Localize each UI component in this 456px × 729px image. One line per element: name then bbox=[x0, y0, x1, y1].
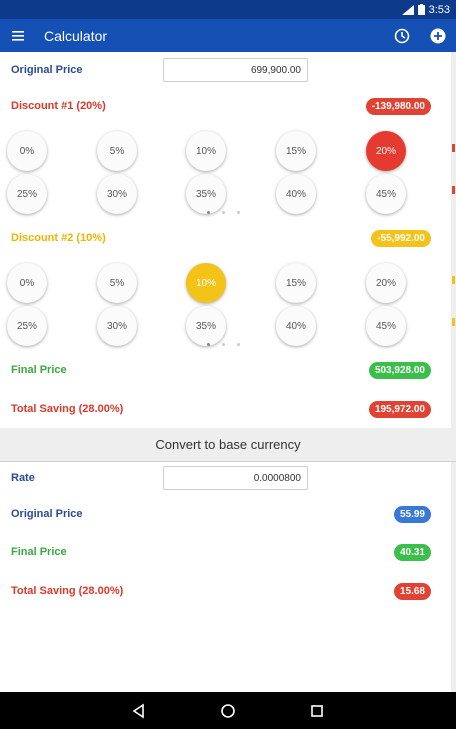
discount1-page-indicator bbox=[207, 211, 247, 215]
base-final-row: Final Price 40.31 bbox=[0, 543, 451, 561]
discount1-option-selected[interactable]: 20% bbox=[366, 131, 406, 171]
app-bar: Calculator bbox=[0, 19, 456, 52]
discount2-label: Discount #2 (10%) bbox=[11, 232, 106, 244]
discount1-option[interactable]: 45% bbox=[366, 174, 406, 214]
base-saving-label: Total Saving (28.00%) bbox=[11, 585, 124, 597]
convert-label: Convert to base currency bbox=[155, 437, 301, 452]
convert-to-base-currency-button[interactable]: Convert to base currency bbox=[0, 428, 456, 462]
discount1-option[interactable]: 30% bbox=[97, 174, 137, 214]
menu-icon bbox=[12, 30, 24, 41]
back-icon[interactable] bbox=[131, 703, 147, 719]
discount2-option[interactable]: 35% bbox=[186, 306, 226, 346]
discount2-option[interactable]: 5% bbox=[97, 263, 137, 303]
total-saving-row: Total Saving (28.00%) 195,972.00 bbox=[0, 400, 451, 418]
status-time: 3:53 bbox=[428, 3, 450, 16]
history-icon bbox=[394, 28, 410, 43]
discount1-option[interactable]: 25% bbox=[7, 174, 47, 214]
discount2-option[interactable]: 45% bbox=[366, 306, 406, 346]
menu-button[interactable] bbox=[0, 30, 36, 41]
base-final-value: 40.31 bbox=[393, 543, 431, 561]
history-button[interactable] bbox=[384, 28, 420, 44]
total-saving-label: Total Saving (28.00%) bbox=[11, 403, 124, 415]
original-price-label: Original Price bbox=[11, 64, 83, 76]
final-price-label: Final Price bbox=[11, 364, 67, 376]
final-price-value: 503,928.00 bbox=[368, 361, 431, 379]
status-bar: 3:53 bbox=[0, 0, 456, 19]
app-title: Calculator bbox=[44, 27, 108, 44]
discount1-option[interactable]: 0% bbox=[7, 131, 47, 171]
add-button[interactable] bbox=[420, 28, 456, 44]
discount2-row: Discount #2 (10%) -55,992.00 bbox=[0, 229, 451, 247]
discount2-amount: -55,992.00 bbox=[371, 229, 431, 247]
discount2-option[interactable]: 20% bbox=[366, 263, 406, 303]
discount2-option-selected[interactable]: 10% bbox=[186, 263, 226, 303]
discount1-option[interactable]: 35% bbox=[186, 174, 226, 214]
discount1-option[interactable]: 5% bbox=[97, 131, 137, 171]
final-price-row: Final Price 503,928.00 bbox=[0, 361, 451, 379]
base-saving-row: Total Saving (28.00%) 15.68 bbox=[0, 582, 451, 600]
discount1-edge-marker bbox=[452, 144, 455, 152]
discount1-amount: -139,980.00 bbox=[365, 97, 431, 115]
system-nav-bar bbox=[0, 692, 456, 729]
discount2-option[interactable]: 0% bbox=[7, 263, 47, 303]
discount2-edge-marker bbox=[452, 318, 455, 326]
add-icon bbox=[430, 28, 446, 43]
discount2-option[interactable]: 30% bbox=[97, 306, 137, 346]
rate-input[interactable]: 0.0000800 bbox=[163, 466, 308, 490]
discount1-edge-marker bbox=[452, 186, 455, 194]
total-saving-value: 195,972.00 bbox=[368, 400, 431, 418]
discount1-option[interactable]: 15% bbox=[276, 131, 316, 171]
discount2-option[interactable]: 25% bbox=[7, 306, 47, 346]
original-price-input[interactable]: 699,900.00 bbox=[163, 58, 308, 82]
discount2-edge-marker bbox=[452, 276, 455, 284]
recents-icon[interactable] bbox=[309, 703, 325, 719]
signal-icon bbox=[401, 4, 414, 15]
rate-label: Rate bbox=[11, 472, 35, 484]
home-icon[interactable] bbox=[220, 703, 236, 719]
discount2-option[interactable]: 40% bbox=[276, 306, 316, 346]
discount1-label: Discount #1 (20%) bbox=[11, 100, 106, 112]
base-original-row: Original Price 55.99 bbox=[0, 505, 451, 523]
base-original-value: 55.99 bbox=[393, 505, 431, 523]
base-saving-value: 15.68 bbox=[393, 582, 431, 600]
base-original-label: Original Price bbox=[11, 508, 83, 520]
discount2-page-indicator bbox=[207, 343, 247, 347]
discount2-option[interactable]: 15% bbox=[276, 263, 316, 303]
battery-icon bbox=[417, 4, 425, 15]
discount1-option[interactable]: 40% bbox=[276, 174, 316, 214]
discount1-row: Discount #1 (20%) -139,980.00 bbox=[0, 97, 451, 115]
base-final-label: Final Price bbox=[11, 546, 67, 558]
discount1-option[interactable]: 10% bbox=[186, 131, 226, 171]
